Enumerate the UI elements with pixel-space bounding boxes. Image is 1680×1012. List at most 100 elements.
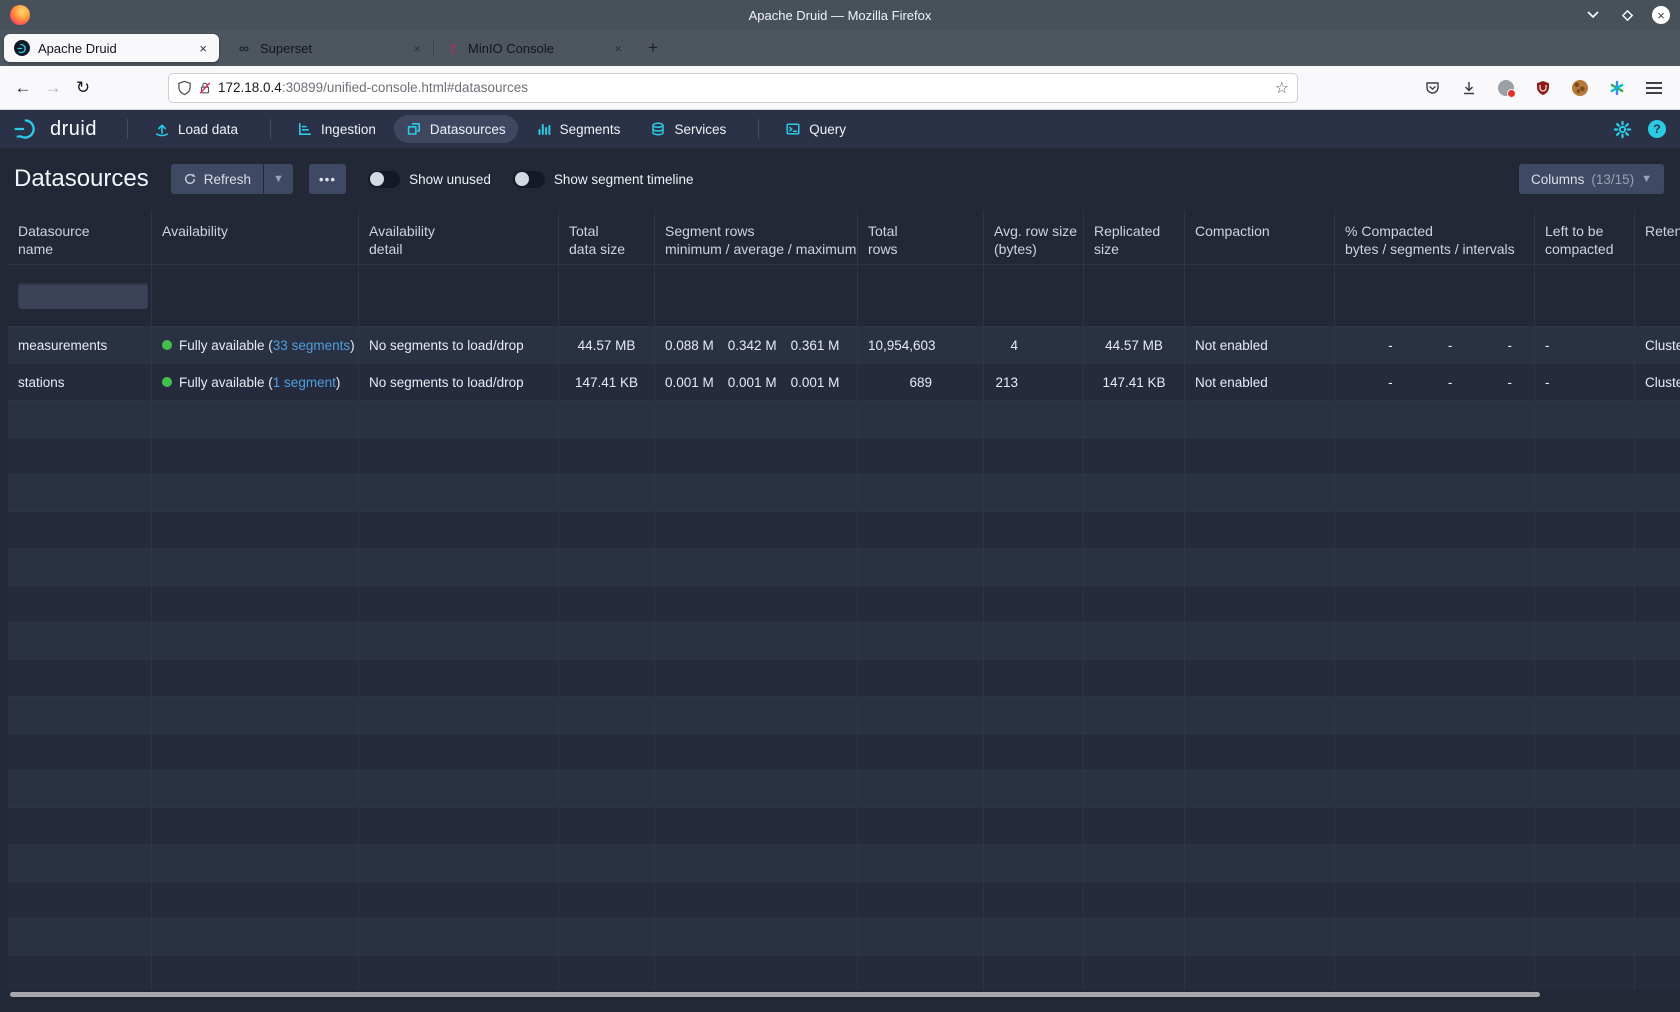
segments-icon xyxy=(536,121,552,137)
cell-compaction: Not enabled xyxy=(1185,364,1335,400)
tab-label: Apache Druid xyxy=(38,41,189,56)
cell-availability-detail: No segments to load/drop xyxy=(359,327,559,363)
query-icon xyxy=(785,121,801,137)
empty-table-row xyxy=(8,438,1680,475)
brand-name: druid xyxy=(50,118,97,141)
cell-segment-rows: 0.001 M0.001 M0.001 M xyxy=(655,364,858,400)
menu-icon[interactable] xyxy=(1644,78,1664,98)
bookmark-star-icon[interactable]: ☆ xyxy=(1275,78,1289,98)
maximize-icon[interactable] xyxy=(1618,6,1636,24)
col-header-avg-row-size[interactable]: Avg. row size(bytes) xyxy=(984,210,1084,264)
horizontal-scrollbar[interactable] xyxy=(10,992,1540,997)
empty-table-row xyxy=(8,734,1680,771)
shield-icon[interactable] xyxy=(177,80,192,96)
tab-label: MinIO Console xyxy=(468,41,604,56)
col-header-segment-rows[interactable]: Segment rowsminimum / average / maximum xyxy=(655,210,858,264)
col-header-replicated-size[interactable]: Replicatedsize xyxy=(1084,210,1185,264)
empty-table-row xyxy=(8,586,1680,623)
cell-pct-compacted: --- xyxy=(1335,364,1535,400)
insecure-lock-icon[interactable] xyxy=(198,80,212,96)
cell-availability-detail: No segments to load/drop xyxy=(359,364,559,400)
table-row[interactable]: measurements Fully available (33 segment… xyxy=(8,327,1680,364)
settings-gear-icon[interactable] xyxy=(1613,120,1632,139)
show-unused-toggle[interactable] xyxy=(368,171,400,188)
col-header-compaction[interactable]: Compaction xyxy=(1185,210,1335,264)
refresh-icon xyxy=(183,172,197,186)
col-header-availability[interactable]: Availability xyxy=(152,210,359,264)
segments-link[interactable]: 1 segment xyxy=(273,375,336,390)
downloads-icon[interactable] xyxy=(1459,78,1479,98)
minio-favicon xyxy=(444,40,460,56)
datasource-name-filter-input[interactable] xyxy=(18,283,148,309)
druid-logo-icon xyxy=(14,118,44,140)
cell-total-data-size: 147.41 KB xyxy=(559,364,655,400)
colorful-extension-icon[interactable] xyxy=(1607,78,1627,98)
cell-availability: Fully available (1 segment) xyxy=(152,364,359,400)
nav-query[interactable]: Query xyxy=(773,115,858,143)
columns-label: Columns xyxy=(1531,172,1584,187)
nav-segments[interactable]: Segments xyxy=(524,115,633,143)
back-icon[interactable]: ← xyxy=(8,73,38,103)
col-header-availability-detail[interactable]: Availabilitydetail xyxy=(359,210,559,264)
cell-datasource-name[interactable]: stations xyxy=(8,364,152,400)
cell-replicated-size: 44.57 MB xyxy=(1084,327,1185,363)
forward-icon[interactable]: → xyxy=(38,73,68,103)
url-text[interactable]: 172.18.0.4:30899/unified-console.html#da… xyxy=(218,80,1269,95)
tab-strip: Apache Druid × ∞ Superset × MinIO Consol… xyxy=(0,30,1680,66)
empty-table-row xyxy=(8,845,1680,882)
cell-avg-row-size: 213 xyxy=(984,364,1084,400)
toggle-knob xyxy=(515,172,529,186)
segments-link[interactable]: 33 segments xyxy=(273,338,350,353)
refresh-dropdown-button[interactable]: ▼ xyxy=(264,164,293,194)
table-row[interactable]: stations Fully available (1 segment) No … xyxy=(8,364,1680,401)
tab-close-icon[interactable]: × xyxy=(197,41,209,56)
nav-services[interactable]: Services xyxy=(638,115,738,143)
columns-button[interactable]: Columns (13/15) ▼ xyxy=(1519,164,1664,194)
close-icon[interactable]: × xyxy=(1652,6,1670,24)
minimize-icon[interactable] xyxy=(1584,6,1602,24)
nav-datasources[interactable]: Datasources xyxy=(394,115,518,143)
col-header-total-rows[interactable]: Totalrows xyxy=(858,210,984,264)
url-bar[interactable]: 172.18.0.4:30899/unified-console.html#da… xyxy=(168,73,1298,103)
tab-apache-druid[interactable]: Apache Druid × xyxy=(4,34,219,62)
nav-ingestion[interactable]: Ingestion xyxy=(285,115,388,143)
ublock-origin-icon[interactable] xyxy=(1533,78,1553,98)
cell-total-rows: 689 xyxy=(858,364,984,400)
table-header-row: Datasourcename Availability Availability… xyxy=(8,210,1680,265)
refresh-button[interactable]: Refresh xyxy=(171,164,263,194)
col-header-left-to-be-compacted[interactable]: Left to becompacted xyxy=(1535,210,1635,264)
druid-console: druid Load data Ingestion Datasources Se… xyxy=(0,110,1680,1012)
col-header-total-data-size[interactable]: Totaldata size xyxy=(559,210,655,264)
tab-minio-console[interactable]: MinIO Console × xyxy=(434,34,634,62)
reload-icon[interactable]: ↻ xyxy=(68,73,98,103)
col-header-retention[interactable]: Retention xyxy=(1635,210,1680,264)
page-title: Datasources xyxy=(14,165,149,193)
privacy-extension-icon[interactable] xyxy=(1496,78,1516,98)
more-actions-button[interactable]: ••• xyxy=(309,164,346,194)
cell-replicated-size: 147.41 KB xyxy=(1084,364,1185,400)
col-header-datasource-name[interactable]: Datasourcename xyxy=(8,210,152,264)
empty-table-row xyxy=(8,660,1680,697)
load-data-icon xyxy=(154,121,170,137)
tab-close-icon[interactable]: × xyxy=(411,41,423,56)
nav-label: Datasources xyxy=(430,122,506,137)
cell-compaction: Not enabled xyxy=(1185,327,1335,363)
cookie-extension-icon[interactable] xyxy=(1570,78,1590,98)
show-segment-timeline-toggle[interactable] xyxy=(513,171,545,188)
pocket-icon[interactable] xyxy=(1422,78,1442,98)
druid-logo[interactable]: druid xyxy=(14,118,97,141)
empty-table-row xyxy=(8,512,1680,549)
tab-close-icon[interactable]: × xyxy=(612,41,624,56)
empty-table-row xyxy=(8,475,1680,512)
cell-retention: Cluster default xyxy=(1635,364,1680,400)
druid-favicon xyxy=(14,40,30,56)
columns-count: (13/15) xyxy=(1591,172,1634,187)
cell-datasource-name[interactable]: measurements xyxy=(8,327,152,363)
nav-load-data[interactable]: Load data xyxy=(142,115,250,143)
help-icon[interactable]: ? xyxy=(1648,120,1666,138)
new-tab-button[interactable]: + xyxy=(640,35,666,61)
empty-table-row xyxy=(8,623,1680,660)
col-header-pct-compacted[interactable]: % Compactedbytes / segments / intervals xyxy=(1335,210,1535,264)
window-title: Apache Druid — Mozilla Firefox xyxy=(0,8,1680,23)
tab-superset[interactable]: ∞ Superset × xyxy=(226,34,433,62)
